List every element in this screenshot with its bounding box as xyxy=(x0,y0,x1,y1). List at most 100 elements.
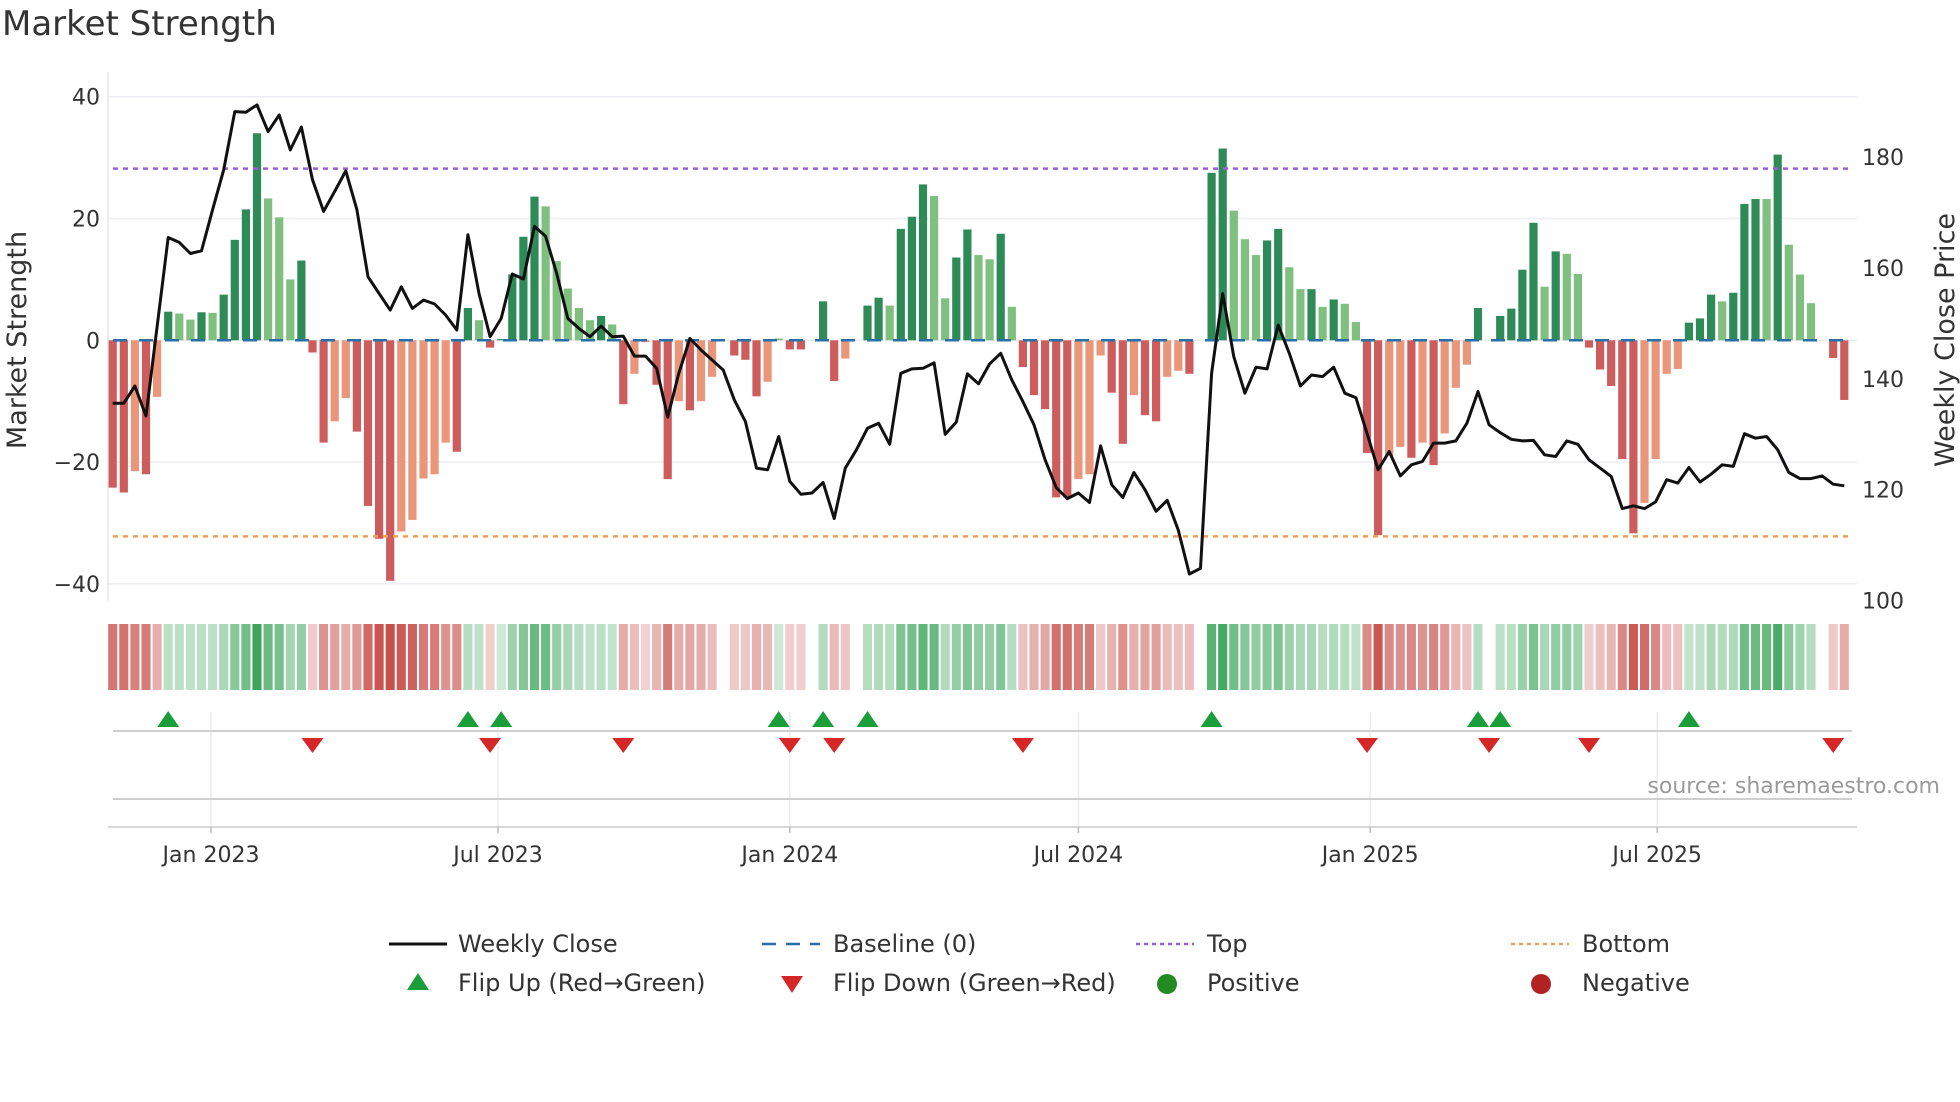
strength-heat-cell xyxy=(1373,624,1383,690)
strength-heat-cell xyxy=(1739,624,1749,690)
flip-down-marker xyxy=(1478,738,1501,753)
x-tick-label: Jul 2024 xyxy=(1032,843,1124,868)
strength-heat-cell xyxy=(1695,624,1705,690)
flip-down-marker xyxy=(778,738,801,753)
strength-heat-cell xyxy=(1351,624,1361,690)
bar-negative xyxy=(830,340,839,382)
strength-heat-cell xyxy=(840,624,850,690)
bar-positive xyxy=(197,312,206,341)
strength-heat-cell xyxy=(552,624,562,690)
bar-positive xyxy=(963,229,972,341)
bar-negative xyxy=(1063,340,1072,498)
source-note: source: sharemaestro.com xyxy=(1647,774,1940,799)
strength-heat-cell xyxy=(1173,624,1183,690)
bar-positive xyxy=(863,305,872,341)
strength-heat-cell xyxy=(640,624,651,690)
bar-positive xyxy=(297,260,306,341)
strength-heat-cell xyxy=(1639,624,1650,690)
bar-positive xyxy=(230,239,239,341)
bar-positive xyxy=(952,257,961,341)
strength-heat-cell xyxy=(1517,624,1527,690)
bar-positive xyxy=(1251,255,1261,341)
strength-heat-cell xyxy=(1562,624,1572,690)
bar-positive xyxy=(918,184,928,341)
bar-positive xyxy=(186,319,195,341)
bar-negative xyxy=(1096,340,1105,356)
strength-heat-cell xyxy=(607,624,617,690)
strength-heat-cell xyxy=(485,624,495,690)
flip-up-marker xyxy=(456,711,479,727)
bar-negative xyxy=(1029,340,1039,396)
strength-heat-cell xyxy=(174,624,184,690)
bar-positive xyxy=(941,298,950,341)
bar-positive xyxy=(164,311,173,341)
strength-heat-cell xyxy=(763,624,773,690)
strength-heat-cell xyxy=(1273,624,1283,690)
flip-up-marker xyxy=(1467,711,1489,727)
strength-heat-cell xyxy=(1218,624,1228,690)
strength-heat-cell xyxy=(196,624,207,690)
strength-heat-cell xyxy=(1573,624,1583,690)
bar-negative xyxy=(319,340,328,443)
bar-negative xyxy=(1074,340,1083,480)
strength-heat-cell xyxy=(1084,624,1095,690)
strength-heat-cell xyxy=(929,624,939,690)
strength-heat-cell xyxy=(1773,624,1783,690)
flip-up-marker xyxy=(1489,711,1512,727)
bar-negative xyxy=(341,340,350,399)
bar-positive xyxy=(1762,199,1771,341)
bar-positive xyxy=(1729,292,1738,341)
bar-negative xyxy=(1152,340,1161,422)
bar-positive xyxy=(1740,203,1749,341)
strength-heat-cell xyxy=(618,624,628,690)
strength-heat-cell xyxy=(1540,624,1550,690)
flip-down-marker xyxy=(301,738,324,753)
bar-positive xyxy=(1318,306,1327,341)
strength-heat-cell xyxy=(307,624,318,690)
strength-heat-cell xyxy=(1129,624,1139,690)
flip-up-marker xyxy=(856,711,879,727)
strength-heat-cell xyxy=(108,624,118,690)
bar-positive xyxy=(1329,299,1338,341)
strength-heat-cell xyxy=(1162,624,1172,690)
strength-heat-cell xyxy=(1595,624,1605,690)
strength-heat-cell xyxy=(696,624,706,690)
strength-heat-cell xyxy=(407,624,417,690)
strength-heat-cell xyxy=(1717,624,1727,690)
flip-down-marker xyxy=(1011,738,1034,753)
y2-tick-label: 120 xyxy=(1862,479,1904,504)
bar-negative xyxy=(785,340,794,350)
bar-positive xyxy=(874,297,883,341)
flip-up-marker xyxy=(1200,711,1223,727)
bar-negative xyxy=(763,340,772,382)
y-axis-title: Market Strength xyxy=(2,231,33,449)
bar-negative xyxy=(1829,340,1838,358)
bar-positive xyxy=(1540,286,1549,341)
strength-heat-cell xyxy=(1051,624,1061,690)
strength-heat-cell xyxy=(252,624,262,690)
bar-negative xyxy=(308,340,317,353)
y2-axis-title: Weekly Close Price xyxy=(1930,213,1960,467)
strength-heat-cell xyxy=(1062,624,1072,690)
strength-heat-cell xyxy=(1651,624,1661,690)
strength-heat-cell xyxy=(563,624,573,690)
x-tick-label: Jul 2023 xyxy=(451,843,543,868)
bar-negative xyxy=(1018,340,1027,368)
bar-positive xyxy=(1351,322,1360,341)
strength-heat-cell xyxy=(119,624,129,690)
strength-heat-cell xyxy=(296,624,306,690)
strength-heat-cell xyxy=(541,624,551,690)
bar-negative xyxy=(1107,340,1116,393)
strength-heat-cell xyxy=(1240,624,1250,690)
y2-tick-label: 140 xyxy=(1862,368,1904,393)
bar-negative xyxy=(352,340,361,432)
bar-negative xyxy=(130,340,139,472)
bar-negative xyxy=(741,340,750,360)
strength-heat-cell xyxy=(951,624,961,690)
bar-negative xyxy=(430,340,439,475)
strength-heat-cell xyxy=(1018,624,1028,690)
flip-down-marker xyxy=(612,738,635,753)
flip-up-marker xyxy=(1677,711,1700,727)
strength-heat-cell xyxy=(452,624,462,690)
strength-heat-cell xyxy=(885,624,895,690)
